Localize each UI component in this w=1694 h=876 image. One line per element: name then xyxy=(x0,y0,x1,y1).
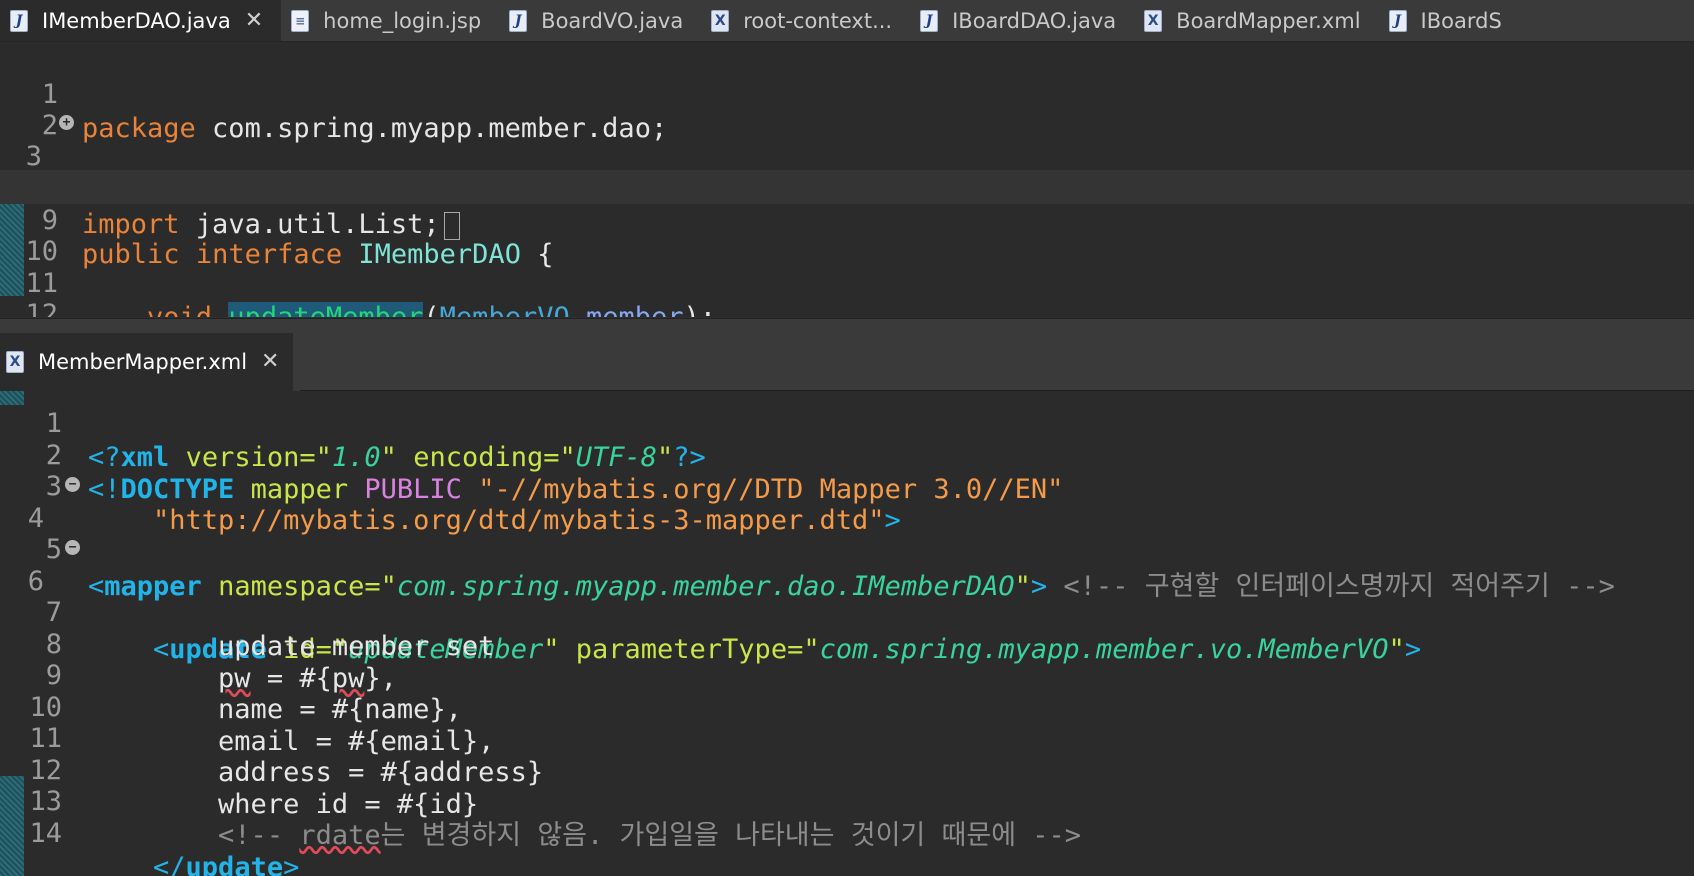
jsp-file-icon: ≡ xyxy=(291,9,310,32)
xml-comment: <!-- xyxy=(218,820,300,851)
tab-label: BoardVO.java xyxy=(541,8,684,33)
code-line: 3 "http://mybatis.org/dtd/mybatis-3-mapp… xyxy=(0,436,1694,536)
xml-editor[interactable]: 1 <?xml version="1.0" encoding="UTF-8"?>… xyxy=(0,391,1694,876)
code-line: 13 <!-- rdate는 변경하지 않음. 가입일을 나타내는 것이기 때문… xyxy=(0,751,1694,851)
code-line: 11 void updateMember(MemberVO member); xyxy=(0,233,1694,317)
code-text: ); xyxy=(684,302,717,317)
code-line: 12 xyxy=(0,264,1694,317)
tab-label: IBoardS xyxy=(1420,8,1502,33)
code-line: 2 xyxy=(0,75,1694,141)
tab-imemberdao-java[interactable]: J IMemberDAO.java ✕ xyxy=(0,0,282,41)
xml-tag: update xyxy=(185,852,284,876)
code-line: 11 address = #{address} xyxy=(0,688,1694,788)
tab-boardvo-java[interactable]: J BoardVO.java xyxy=(499,0,701,41)
code-line: 9 name = #{name}, xyxy=(0,625,1694,725)
xml-editor-tab-bar: X MemberMapper.xml ✕ xyxy=(0,318,1694,391)
tab-label: root-context... xyxy=(743,8,893,33)
collapse-fold-icon[interactable]: − xyxy=(65,477,80,492)
code-line: 8 pw = #{pw}, xyxy=(0,594,1694,694)
code-line: 5 xyxy=(0,499,1694,565)
line-number: 14 xyxy=(29,818,62,849)
xml-file-icon: X xyxy=(711,9,730,32)
code-line: 1 package com.spring.myapp.member.dao; xyxy=(0,44,1694,144)
xml-file-icon: X xyxy=(1144,9,1163,32)
keyword: void xyxy=(147,302,212,317)
tab-label: IBoardDAO.java xyxy=(952,8,1117,33)
close-tab-icon[interactable]: ✕ xyxy=(261,351,279,373)
xml-comment: rdate xyxy=(299,820,381,851)
collapse-fold-icon[interactable]: − xyxy=(65,540,80,555)
java-file-icon: J xyxy=(1388,9,1407,32)
code-line: 7 update member set xyxy=(0,562,1694,662)
tab-root-context[interactable]: Xroot-context... xyxy=(701,0,910,41)
expand-fold-icon[interactable]: + xyxy=(59,115,74,130)
code-line: 10 xyxy=(0,201,1694,267)
code-line: 3 + import java.util.List; xyxy=(0,106,1694,240)
code-line: 6 − <update id="updateMember" parameterT… xyxy=(0,531,1694,665)
java-file-icon: J xyxy=(920,9,939,32)
tab-membermapper-xml[interactable]: X MemberMapper.xml ✕ xyxy=(0,333,294,391)
code-text: ( xyxy=(423,302,439,317)
java-file-icon: J xyxy=(10,9,28,32)
code-line: 8 xyxy=(0,138,1694,204)
tab-iboards[interactable]: J IBoardS xyxy=(1379,0,1520,41)
tab-iboarddao-java[interactable]: J IBoardDAO.java xyxy=(910,0,1134,41)
tab-label: IMemberDAO.java xyxy=(42,8,231,33)
xml-file-icon: X xyxy=(6,351,24,373)
tab-label: BoardMapper.xml xyxy=(1176,8,1361,33)
code-line: 12 where id = #{id} xyxy=(0,720,1694,820)
java-file-icon: J xyxy=(509,9,528,32)
code-line: 4 − <mapper namespace="com.spring.myapp.… xyxy=(0,468,1694,602)
tab-label: home_login.jsp xyxy=(323,8,482,33)
java-editor[interactable]: 1 package com.spring.myapp.member.dao; 2… xyxy=(0,42,1694,317)
close-tab-icon[interactable]: ✕ xyxy=(245,9,263,32)
code-line: 14 </update> xyxy=(0,783,1694,876)
line-number: 12 xyxy=(25,299,58,317)
xml-comment: 는 변경하지 않음. 가입일을 나타내는 것이기 때문에 --> xyxy=(380,820,1082,851)
param-type: MemberVO xyxy=(440,302,570,317)
param-name: member xyxy=(586,302,684,317)
current-code-line: 9 public interface IMemberDAO { xyxy=(0,170,1694,270)
code-line: 2 <!DOCTYPE mapper PUBLIC "-//mybatis.or… xyxy=(0,405,1694,505)
tab-boardmapper-xml[interactable]: X BoardMapper.xml xyxy=(1134,0,1378,41)
code-line: 10 email = #{email}, xyxy=(0,657,1694,757)
method-name-highlight: updateMember xyxy=(228,302,424,317)
tab-home-login-jsp[interactable]: ≡ home_login.jsp xyxy=(281,0,499,41)
tab-label: MemberMapper.xml xyxy=(38,350,248,374)
editor-tab-bar: J IMemberDAO.java ✕ ≡ home_login.jsp J BoardVO… xyxy=(0,0,1694,42)
